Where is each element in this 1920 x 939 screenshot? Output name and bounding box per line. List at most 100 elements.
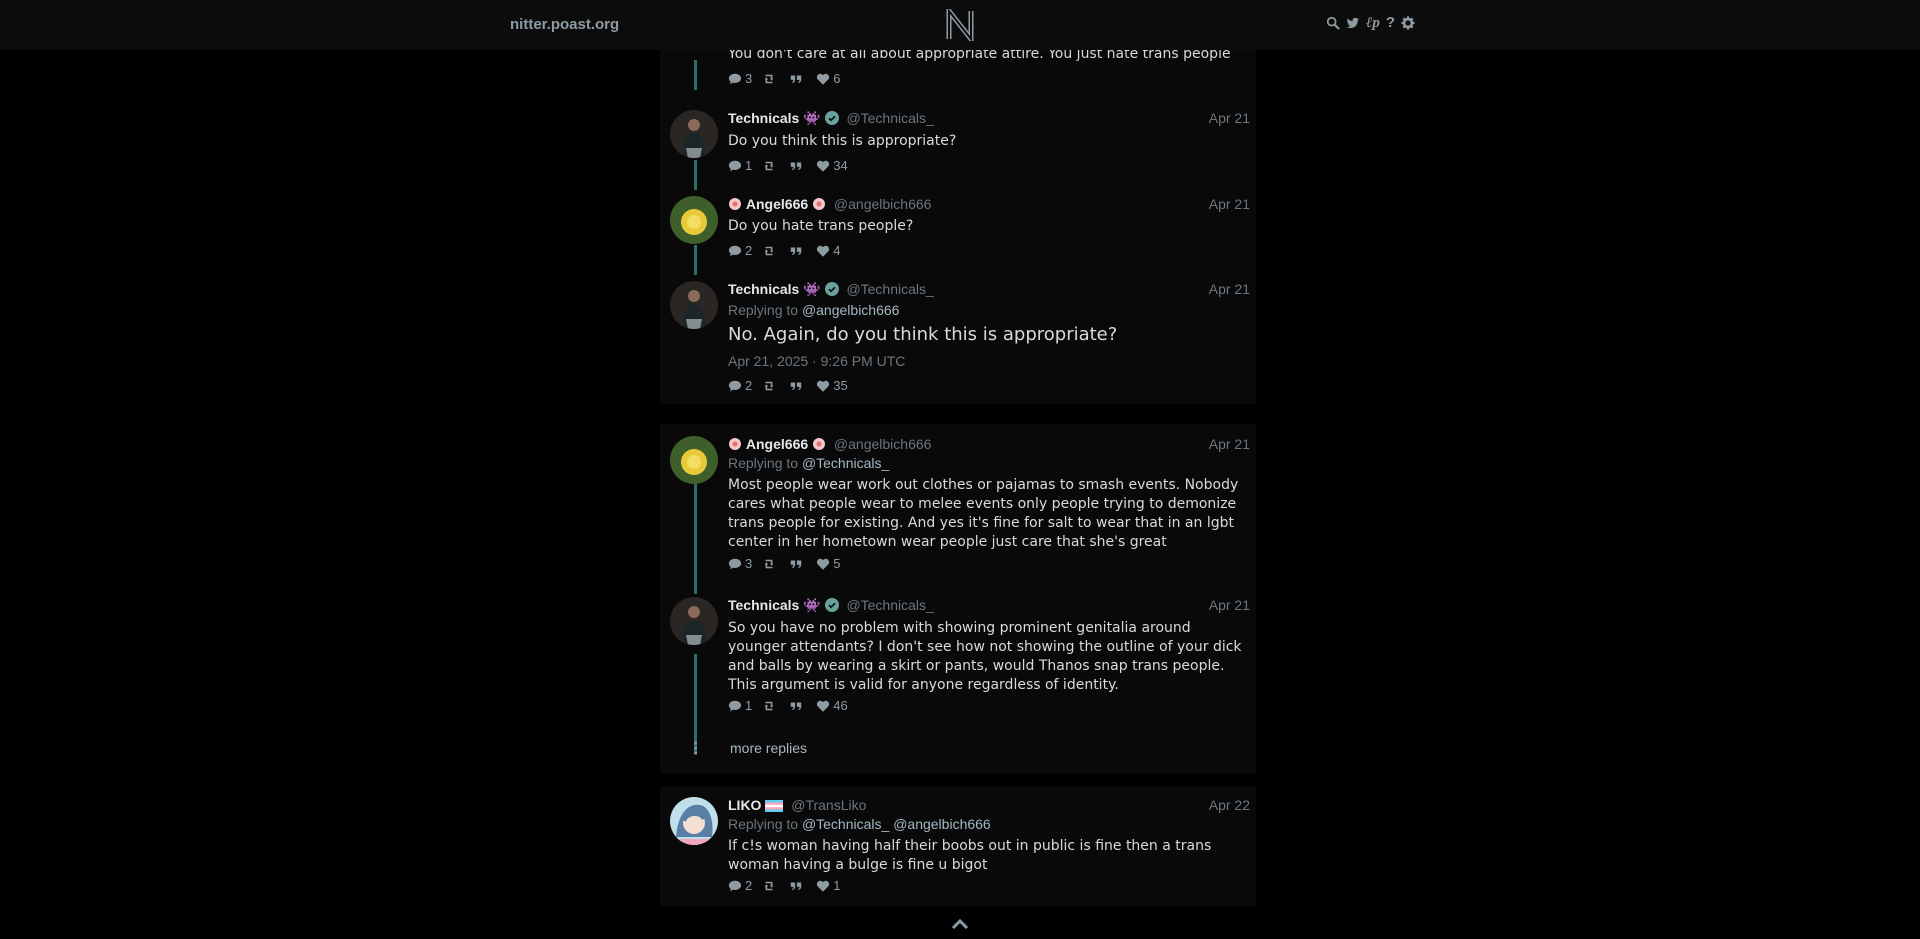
reply-stat[interactable]: 1	[728, 158, 752, 173]
comment-icon	[728, 880, 742, 891]
like-stat[interactable]: 4	[816, 243, 840, 258]
retweet-icon	[764, 161, 774, 170]
retweet-stat[interactable]	[762, 379, 779, 393]
tweet[interactable]: Angel666 @angelbich666 Apr 21 Do you hat…	[660, 196, 1256, 266]
username[interactable]: @Technicals_	[846, 281, 933, 297]
chevron-up-icon[interactable]	[951, 918, 969, 930]
like-stat[interactable]: 34	[816, 158, 848, 173]
like-stat[interactable]: 5	[816, 556, 840, 571]
tweet[interactable]: LIKO @TransLiko Apr 22 Replying to @Tech…	[660, 797, 1256, 897]
mention-link[interactable]: @angelbich666	[893, 816, 991, 832]
heart-icon	[817, 558, 830, 570]
help-icon[interactable]: ?	[1386, 15, 1395, 30]
username[interactable]: @Technicals_	[846, 597, 933, 613]
avatar[interactable]	[670, 436, 718, 484]
tweet-header: Angel666 @angelbich666 Apr 21	[728, 436, 1250, 456]
avatar[interactable]	[670, 597, 718, 645]
tweet-date[interactable]: Apr 21	[1209, 281, 1250, 297]
tweet-date[interactable]: Apr 22	[1209, 797, 1250, 813]
tweet-header: Technicals 👾 @Technicals_ Apr 21	[728, 110, 1250, 130]
tweet-content: Most people wear work out clothes or paj…	[728, 477, 1239, 550]
tweet[interactable]: Technicals 👾 @Technicals_ Apr 21 Do you …	[660, 110, 1256, 180]
avatar[interactable]	[670, 196, 718, 244]
comment-icon	[728, 380, 742, 391]
quote-stat[interactable]	[789, 244, 806, 258]
quote-stat[interactable]	[789, 557, 806, 571]
avatar[interactable]	[670, 110, 718, 158]
quote-stat[interactable]	[789, 159, 806, 173]
reply-stat[interactable]: 2	[728, 378, 752, 393]
tweet-content: Do you think this is appropriate?	[728, 133, 957, 149]
username[interactable]: @Technicals_	[846, 110, 933, 126]
reply-stat[interactable]: 3	[728, 556, 752, 571]
tweet-date[interactable]: Apr 21	[1209, 196, 1250, 212]
quote-stat[interactable]	[789, 379, 806, 393]
like-stat[interactable]: 35	[816, 378, 848, 393]
fullname[interactable]: Angel666	[746, 196, 808, 212]
tweet-content: If c!s woman having half their boobs out…	[728, 838, 1212, 873]
rss-icon[interactable]: ℓp	[1366, 16, 1380, 31]
tweet[interactable]: Technicals 👾 @Technicals_ Apr 21 So you …	[660, 597, 1256, 737]
thread-panel: You don't care at all about appropriate …	[660, 0, 1256, 404]
mention-link[interactable]: @Technicals_	[802, 455, 889, 471]
replying-to: Replying to @Technicals_	[728, 455, 890, 471]
tweet-date[interactable]: Apr 21	[1209, 436, 1250, 452]
reply-stat[interactable]: 3	[728, 71, 752, 86]
quote-icon	[790, 382, 802, 390]
retweet-stat[interactable]	[762, 244, 779, 258]
search-icon[interactable]	[1326, 16, 1340, 30]
retweet-stat[interactable]	[762, 159, 779, 173]
tweet-date[interactable]: Apr 21	[1209, 597, 1250, 613]
retweet-stat[interactable]	[762, 879, 779, 893]
like-stat[interactable]: 6	[816, 71, 840, 86]
retweet-stat[interactable]	[762, 72, 779, 86]
like-stat[interactable]: 1	[816, 878, 840, 893]
quote-icon	[790, 560, 802, 568]
quote-icon	[790, 702, 802, 710]
verified-icon	[824, 111, 839, 125]
fullname[interactable]: Technicals 👾	[728, 110, 821, 126]
fullname[interactable]: Technicals 👾	[728, 281, 821, 297]
flower-emoji-icon	[813, 438, 826, 450]
comment-icon	[728, 245, 742, 256]
reply-count: 1	[745, 158, 753, 173]
twitter-bird-icon[interactable]	[1346, 16, 1360, 30]
quote-stat[interactable]	[789, 699, 806, 713]
quote-stat[interactable]	[789, 72, 806, 86]
tweet-header: Technicals 👾 @Technicals_ Apr 21	[728, 597, 1250, 617]
reply-stat[interactable]: 2	[728, 878, 752, 893]
username[interactable]: @TransLiko	[791, 797, 866, 813]
tweet-stats: 1 34	[728, 158, 858, 173]
more-replies-link[interactable]: more replies	[730, 740, 807, 756]
retweet-stat[interactable]	[762, 699, 779, 713]
quote-icon	[790, 882, 802, 890]
reply-count: 2	[745, 378, 753, 393]
tweet-published[interactable]: Apr 21, 2025 · 9:26 PM UTC	[728, 353, 905, 369]
like-stat[interactable]: 46	[816, 698, 848, 713]
quote-icon	[790, 75, 802, 83]
reply-stat[interactable]: 1	[728, 698, 752, 713]
fullname[interactable]: Technicals 👾	[728, 597, 821, 613]
reply-count: 2	[745, 878, 753, 893]
fullname[interactable]: LIKO	[728, 797, 761, 813]
mention-link[interactable]: @Technicals_	[802, 816, 889, 832]
like-count: 5	[833, 556, 841, 571]
username[interactable]: @angelbich666	[834, 196, 932, 212]
tweet-header: LIKO @TransLiko Apr 22	[728, 797, 1250, 817]
quote-stat[interactable]	[789, 879, 806, 893]
nitter-logo[interactable]	[945, 9, 975, 41]
retweet-stat[interactable]	[762, 557, 779, 571]
gear-icon[interactable]	[1401, 16, 1415, 30]
tweet[interactable]: Angel666 @angelbich666 Apr 21 Replying t…	[660, 436, 1256, 586]
site-name-link[interactable]: nitter.poast.org	[510, 16, 619, 33]
tweet-header: Technicals 👾 @Technicals_ Apr 21	[728, 281, 1250, 301]
mention-link[interactable]: @angelbich666	[802, 302, 900, 318]
retweet-icon	[764, 701, 774, 710]
fullname[interactable]: Angel666	[746, 436, 808, 452]
tweet-date[interactable]: Apr 21	[1209, 110, 1250, 126]
main-tweet[interactable]: Technicals 👾 @Technicals_ Apr 21 Replyin…	[660, 281, 1256, 396]
avatar[interactable]	[670, 797, 718, 845]
reply-stat[interactable]: 2	[728, 243, 752, 258]
avatar[interactable]	[670, 281, 718, 329]
username[interactable]: @angelbich666	[834, 436, 932, 452]
